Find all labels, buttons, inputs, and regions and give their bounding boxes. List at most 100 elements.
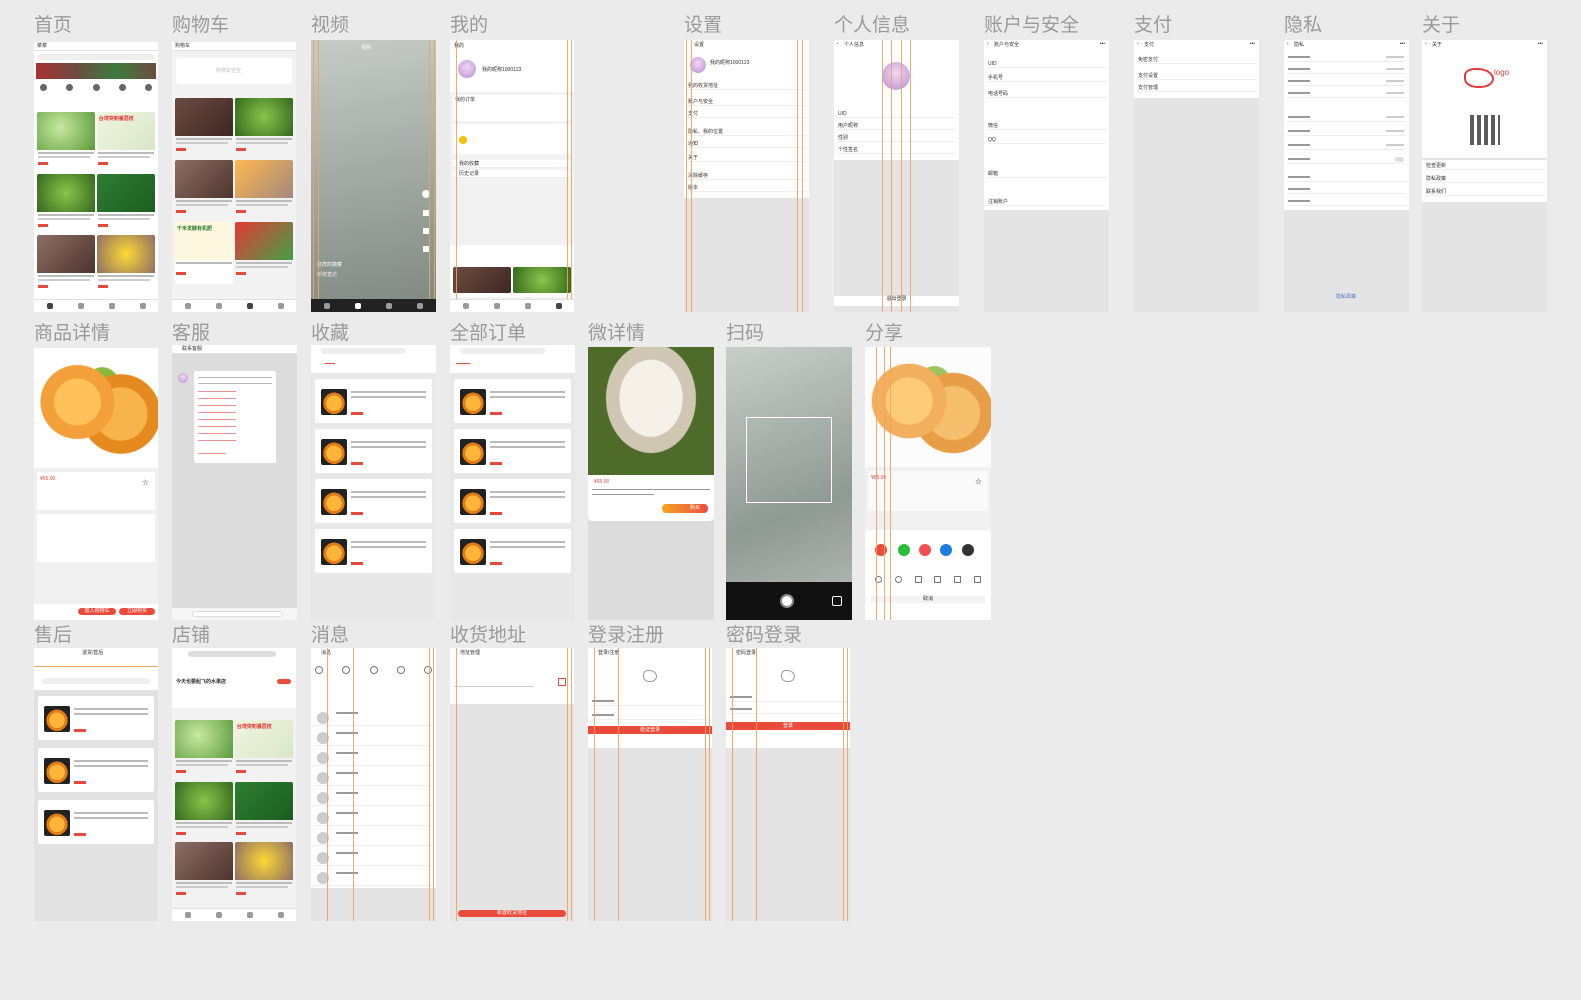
qq-share-icon[interactable] <box>940 544 952 556</box>
list-tab-icon[interactable] <box>246 912 253 918</box>
video-tab-icon[interactable] <box>77 303 84 309</box>
code-field[interactable] <box>591 712 709 720</box>
privacy-row[interactable] <box>1287 54 1406 62</box>
shutter-button[interactable] <box>780 594 794 608</box>
pay-row[interactable]: 支付设置 <box>1137 72 1256 80</box>
cart-tab-icon[interactable] <box>246 303 253 309</box>
recent-order[interactable] <box>453 124 571 154</box>
notice-icon[interactable] <box>315 666 323 674</box>
history-row[interactable]: 历史记录 <box>453 170 571 178</box>
message-input[interactable] <box>192 611 283 617</box>
aftersale-item[interactable] <box>38 800 154 844</box>
settings-row[interactable]: 账户与安全 <box>687 98 806 106</box>
privacy-row[interactable] <box>1287 114 1406 122</box>
product-card[interactable] <box>175 720 234 782</box>
home-tab-icon[interactable] <box>184 303 191 309</box>
message-item[interactable] <box>314 848 433 866</box>
video-tab-icon[interactable] <box>354 302 361 309</box>
aftersale-item[interactable] <box>38 696 154 740</box>
more-icon[interactable]: ••• <box>1250 41 1255 47</box>
cart-tab-icon[interactable] <box>108 303 115 309</box>
mine-tab-icon[interactable] <box>139 303 146 309</box>
about-row[interactable]: 联系我们 <box>1425 188 1544 196</box>
moments-share-icon[interactable] <box>919 544 931 556</box>
mine-tab-icon[interactable] <box>277 303 284 309</box>
password-field[interactable] <box>729 706 847 714</box>
category-icon[interactable] <box>92 84 100 91</box>
product-card[interactable] <box>37 235 96 297</box>
more-icon[interactable]: ••• <box>1100 41 1105 47</box>
add-to-cart-button[interactable]: 加入购物车 <box>78 608 116 615</box>
copy-icon[interactable] <box>954 576 962 583</box>
report-icon[interactable] <box>894 576 902 583</box>
settings-row[interactable]: 通知 <box>687 140 806 148</box>
my-favorites-row[interactable]: 我的收藏 <box>453 160 571 168</box>
privacy-row[interactable] <box>1287 66 1406 74</box>
account-row[interactable]: UID <box>987 60 1106 68</box>
album-icon[interactable] <box>832 596 842 606</box>
account-row[interactable]: 手机号 <box>987 74 1106 82</box>
account-row[interactable]: 电话号码 <box>987 90 1106 98</box>
product-card[interactable] <box>175 98 234 160</box>
phone-field[interactable] <box>591 698 709 706</box>
mine-tab-icon[interactable] <box>555 303 562 309</box>
save-icon[interactable] <box>973 576 981 583</box>
cart-icon[interactable] <box>934 576 942 583</box>
wechat-share-icon[interactable] <box>898 544 910 556</box>
mine-tab-icon[interactable] <box>277 912 284 918</box>
settings-row[interactable]: 清除缓存 <box>687 172 806 180</box>
back-icon[interactable]: ‹ <box>987 41 989 47</box>
product-card[interactable] <box>37 112 96 174</box>
favorite-item[interactable] <box>315 379 432 423</box>
service-icon[interactable] <box>396 666 405 674</box>
search-input[interactable] <box>321 348 406 354</box>
order-item[interactable] <box>454 379 571 423</box>
product-card[interactable] <box>175 160 234 222</box>
product-card[interactable] <box>234 842 293 904</box>
more-icon[interactable]: ••• <box>1400 41 1405 47</box>
profile-row[interactable]: UID <box>837 110 956 118</box>
follow-button[interactable] <box>277 679 291 684</box>
system-icon[interactable] <box>424 666 432 674</box>
search-input[interactable] <box>460 348 545 354</box>
product-card[interactable]: 台湾突刺番荔枝 <box>96 112 155 174</box>
message-item[interactable] <box>314 868 433 886</box>
favorite-star-icon[interactable]: ☆ <box>142 478 149 488</box>
product-card[interactable] <box>96 235 155 297</box>
about-row[interactable]: 检查更新 <box>1425 162 1544 170</box>
order-item[interactable] <box>454 479 571 523</box>
message-item[interactable] <box>314 748 433 766</box>
settings-row[interactable]: 隐私、我的位置 <box>687 128 806 136</box>
back-icon[interactable]: ‹ <box>837 41 839 47</box>
product-card[interactable] <box>234 782 293 844</box>
order-item[interactable] <box>454 429 571 473</box>
back-icon[interactable]: ‹ <box>1287 41 1289 47</box>
edit-icon[interactable] <box>558 678 566 686</box>
verify-login-button[interactable]: 验证登录 <box>588 726 712 734</box>
logout-button[interactable]: 退出登录 <box>834 296 959 306</box>
account-row[interactable]: QQ <box>987 136 1106 144</box>
product-card[interactable]: 台湾突刺番荔枝 <box>234 720 293 782</box>
product-card[interactable] <box>234 222 293 284</box>
home-tab-icon[interactable] <box>462 303 469 309</box>
product-card[interactable] <box>175 842 234 904</box>
favorite-item[interactable] <box>315 479 432 523</box>
avatar[interactable] <box>458 60 476 78</box>
privacy-row[interactable] <box>1287 174 1406 182</box>
category-icon[interactable] <box>145 84 152 91</box>
favorite-star-icon[interactable]: ☆ <box>975 477 982 487</box>
home-tab-icon[interactable] <box>184 912 191 918</box>
avatar[interactable] <box>882 62 910 90</box>
product-card[interactable] <box>96 174 155 236</box>
home-icon[interactable] <box>914 576 922 583</box>
category-icon[interactable] <box>40 84 47 91</box>
back-icon[interactable]: ‹ <box>1137 41 1139 47</box>
weibo-share-icon[interactable] <box>962 544 974 556</box>
product-card[interactable]: 千禾发酵有机肥 <box>175 222 234 284</box>
settings-row[interactable]: 版本 <box>687 184 806 192</box>
mine-tab-icon[interactable] <box>417 302 424 309</box>
spec-panel[interactable] <box>37 514 155 562</box>
category-icon[interactable] <box>66 84 74 91</box>
privacy-toggle-row[interactable] <box>1287 156 1406 164</box>
search-input[interactable] <box>42 678 150 684</box>
